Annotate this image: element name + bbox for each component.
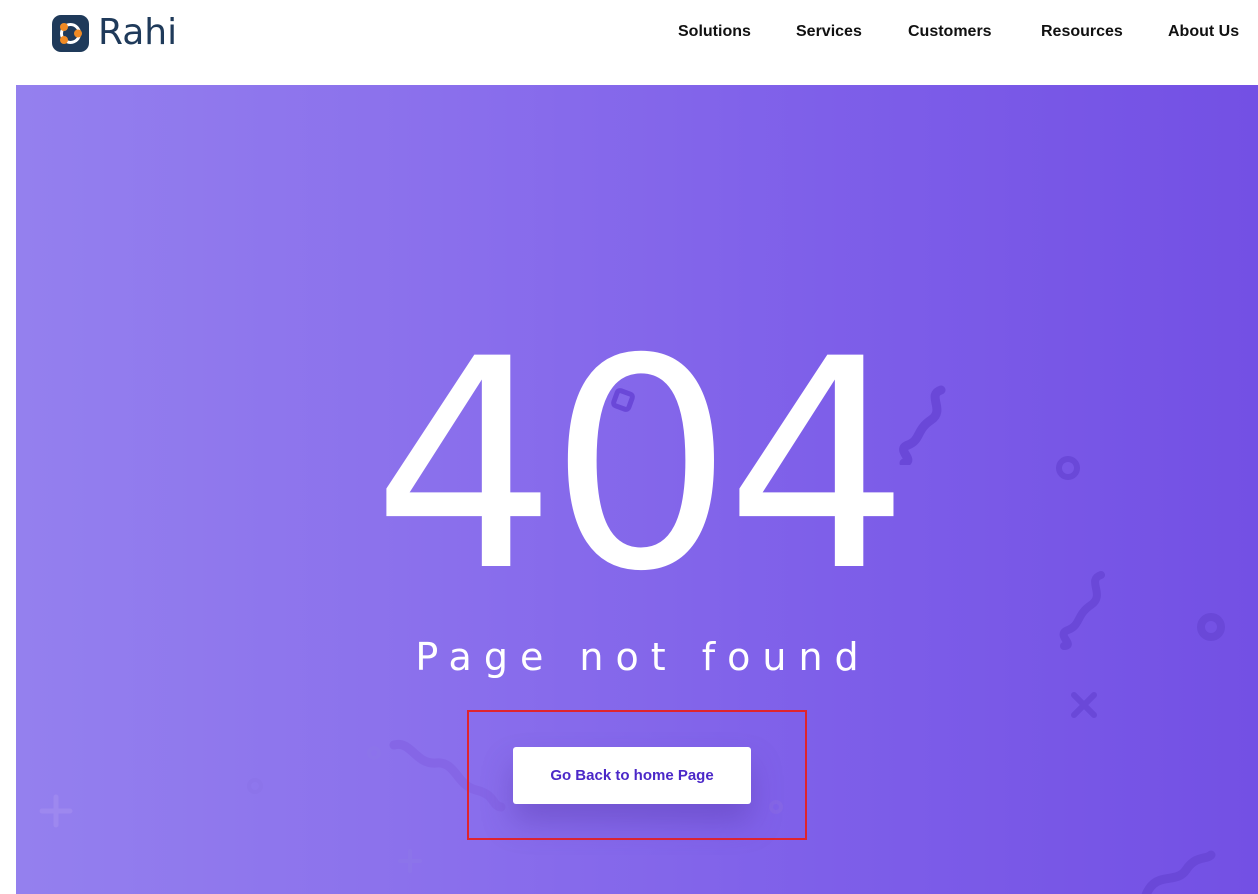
nav-item-solutions[interactable]: Solutions <box>678 22 751 42</box>
nav-item-about-us[interactable]: About Us <box>1168 22 1239 42</box>
nav-item-services[interactable]: Services <box>796 22 862 42</box>
main-nav: Solutions Services Customers Resources A… <box>0 22 1258 42</box>
go-home-button[interactable]: Go Back to home Page <box>513 747 751 804</box>
error-message: Page not found <box>415 635 871 679</box>
error-hero: 404 Page not found Go Back to home Page <box>16 85 1258 894</box>
plus-decoration <box>39 794 73 828</box>
cross-decoration <box>1071 692 1097 718</box>
nav-item-resources[interactable]: Resources <box>1041 22 1123 42</box>
ring-decoration <box>367 746 381 760</box>
site-header: Rahi Solutions Services Customers Resour… <box>0 0 1258 85</box>
ring-decoration <box>247 778 263 794</box>
plus-decoration <box>398 849 422 873</box>
squiggle-decoration <box>1141 850 1216 894</box>
error-code: 404 <box>372 298 910 635</box>
nav-item-customers[interactable]: Customers <box>908 22 992 42</box>
